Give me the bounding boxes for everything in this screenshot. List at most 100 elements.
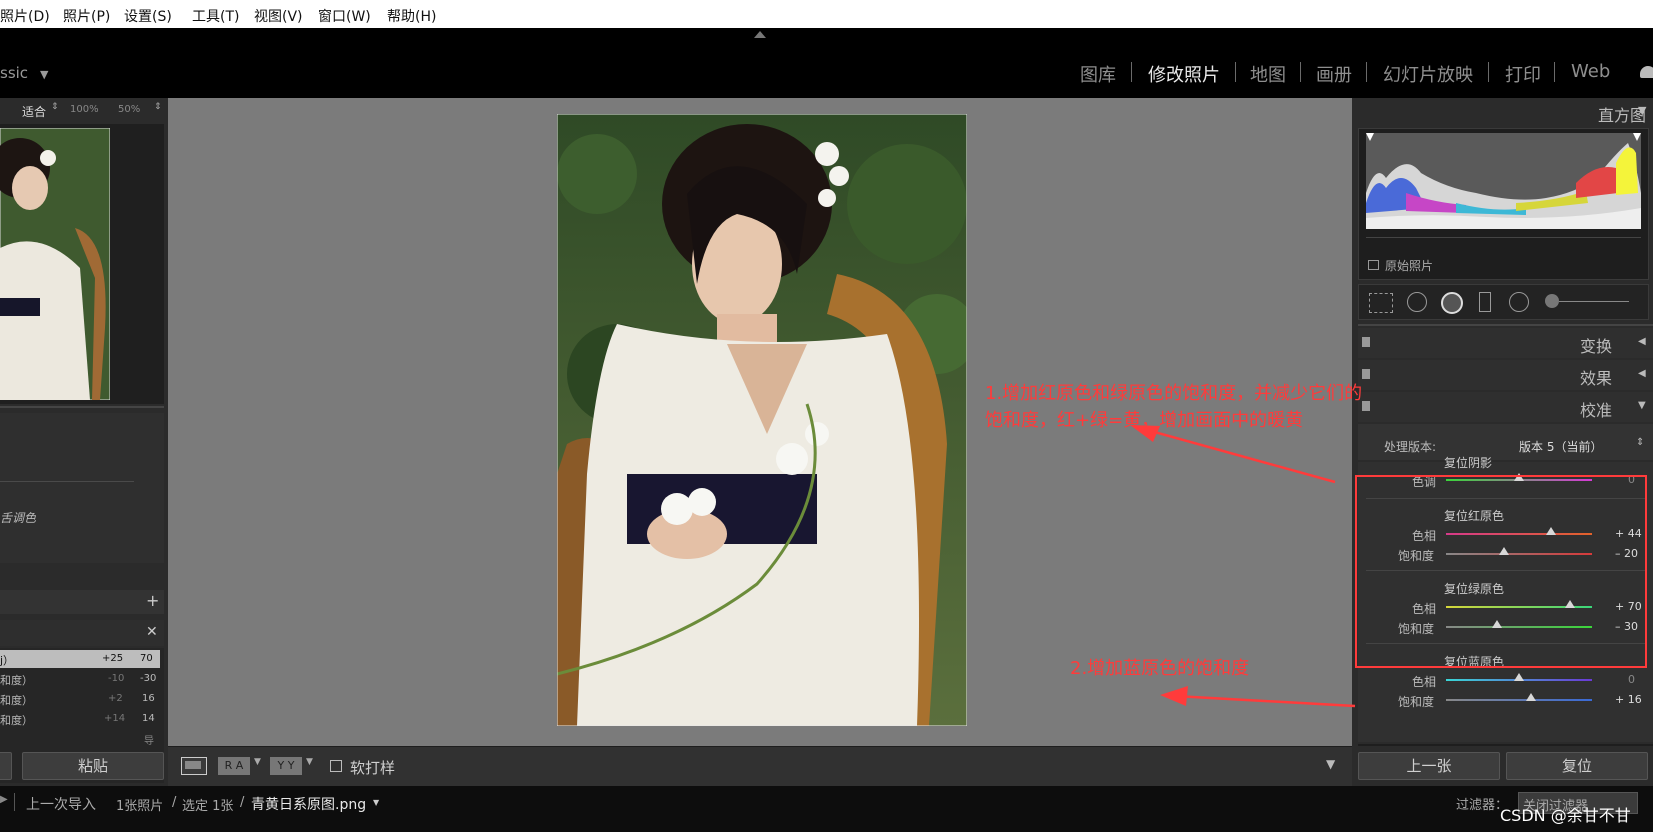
slider-thumb[interactable] [1514, 673, 1524, 681]
panel-effects[interactable]: 效果 ◀ [1358, 360, 1653, 390]
process-version-row: 处理版本: 版本 5（当前） ⇕ [1358, 424, 1653, 460]
menu-tools[interactable]: 工具(T) [192, 6, 239, 26]
watermark: CSDN @余甘不甘 [1500, 806, 1631, 825]
arrow-head-1 [1130, 425, 1160, 442]
original-photo-label: 原始照片 [1385, 259, 1434, 273]
filmstrip-source[interactable]: 上一次导入 [26, 794, 96, 814]
menu-bar: 照片(D) 照片(P) 设置(S) 工具(T) 视图(V) 窗口(W) 帮助(H… [0, 0, 1653, 28]
panel-transform[interactable]: 变换 ◀ [1358, 328, 1653, 358]
history-row[interactable]: 和度） -10 -30 [0, 670, 160, 688]
reset-button[interactable]: 复位 [1506, 752, 1648, 780]
blue-saturation-slider[interactable] [1446, 699, 1592, 701]
close-icon[interactable]: ✕ [146, 624, 158, 640]
annotation-note-1-line-1: 1.增加红原色和绿原色的饱和度，并减少它们的 [985, 383, 1363, 404]
graduated-filter-icon[interactable] [1479, 292, 1491, 312]
panel-calibration[interactable]: 校准 ▼ [1358, 392, 1653, 422]
menu-help[interactable]: 帮助(H) [387, 6, 436, 26]
chevron-left-icon: ◀ [1638, 368, 1646, 379]
soft-proof-checkbox[interactable] [330, 760, 342, 772]
cloud-icon[interactable] [1640, 66, 1653, 78]
panel-switch-icon[interactable] [1362, 337, 1370, 347]
arrow-line-1 [1139, 426, 1336, 484]
navigator-thumbnail[interactable] [0, 128, 110, 400]
add-icon[interactable]: + [146, 591, 159, 610]
module-separator [1131, 62, 1132, 82]
arrow-head-2 [1160, 686, 1188, 706]
brush-slider[interactable] [1559, 301, 1629, 302]
filmstrip-bar: ▶ 上一次导入 1张照片 / 选定 1张 / 青黄日系原图.png ▼ 过滤器：… [0, 786, 1653, 832]
divider [0, 481, 134, 482]
history-header: ✕ [0, 620, 164, 646]
module-book[interactable]: 画册 [1316, 61, 1352, 87]
tool-strip [1358, 284, 1649, 320]
chevron-down-icon[interactable]: ▼ [373, 798, 379, 807]
module-web[interactable]: Web [1571, 61, 1610, 82]
process-version-select[interactable]: 版本 5（当前） [1519, 438, 1602, 455]
annotation-highlight-box [1355, 475, 1647, 668]
module-separator [1554, 62, 1555, 82]
module-map[interactable]: 地图 [1250, 61, 1286, 87]
chevron-right-icon[interactable]: ▶ [0, 794, 8, 805]
panel-switch-icon[interactable] [1362, 369, 1370, 379]
module-separator [1300, 62, 1301, 82]
copy-button[interactable] [0, 752, 12, 780]
spot-removal-icon[interactable] [1407, 292, 1427, 312]
menu-photo[interactable]: 照片(P) [63, 6, 110, 26]
zoom-100[interactable]: 100% [70, 104, 99, 115]
reset-shadows-button[interactable]: 复位阴影 [1444, 454, 1492, 471]
before-after-button[interactable]: R A [218, 757, 250, 775]
zoom-50[interactable]: 50% [118, 104, 140, 115]
previous-button[interactable]: 上一张 [1358, 752, 1500, 780]
main-photo[interactable] [557, 114, 967, 726]
navigator-preview [0, 124, 164, 404]
chevron-down-icon: ▼ [1638, 400, 1646, 411]
original-photo-checkbox[interactable] [1368, 260, 1379, 270]
divider [14, 793, 15, 811]
slider-value[interactable]: + 16 [1615, 693, 1642, 706]
snapshots-header: + [0, 590, 164, 614]
paste-button[interactable]: 粘贴 [22, 752, 164, 780]
panel-switch-icon[interactable] [1362, 401, 1370, 411]
module-separator [1235, 62, 1236, 82]
histogram-graph[interactable] [1366, 133, 1641, 229]
redeye-icon[interactable] [1441, 292, 1463, 314]
module-separator [1366, 62, 1367, 82]
menu-view[interactable]: 视图(V) [254, 6, 303, 26]
preset-item[interactable]: 舌调色 [0, 509, 36, 526]
menu-photo-d[interactable]: 照片(D) [0, 6, 50, 26]
history-row[interactable]: j） +25 70 [0, 650, 160, 668]
slider-thumb[interactable] [1525, 693, 1536, 701]
brush-icon[interactable] [1545, 294, 1559, 308]
module-bar: ssic ▼ 图库 修改照片 地图 画册 幻灯片放映 打印 Web [0, 28, 1653, 98]
zoom-fit[interactable]: 适合 [22, 103, 46, 120]
collapse-top-icon[interactable] [754, 31, 766, 38]
left-panel: 适合 ⇕ 100% 50% ⇕ 舌调色 + ✕ j） +25 70 和度） -1… [0, 98, 168, 786]
module-slideshow[interactable]: 幻灯片放映 [1383, 61, 1473, 87]
chevron-down-icon[interactable]: ▼ [306, 757, 313, 767]
toolbar: R A ▼ Y Y ▼ 软打样 ▼ [168, 746, 1352, 787]
chevron-down-icon[interactable]: ▼ [1638, 104, 1646, 117]
annotation-arrows [1130, 425, 1356, 708]
crop-icon[interactable] [1369, 293, 1393, 313]
slider-value[interactable]: 0 [1628, 673, 1635, 686]
radial-filter-icon[interactable] [1509, 292, 1529, 312]
chevron-down-icon[interactable]: ▼ [40, 68, 48, 81]
before-after-yy-button[interactable]: Y Y [270, 757, 302, 775]
filmstrip-filename[interactable]: 青黄日系原图.png [251, 794, 366, 814]
menu-window[interactable]: 窗口(W) [318, 6, 371, 26]
loupe-view-icon[interactable] [181, 757, 207, 775]
soft-proof-label: 软打样 [350, 759, 396, 777]
history-row[interactable]: 和度） +14 14 [0, 710, 160, 728]
chevron-down-icon[interactable]: ▼ [1326, 757, 1335, 771]
history-row[interactable]: 和度） +2 16 [0, 690, 160, 708]
slider-label: 饱和度 [1398, 695, 1435, 709]
module-print[interactable]: 打印 [1505, 61, 1541, 87]
chevron-left-icon: ◀ [1638, 336, 1646, 347]
chevron-down-icon[interactable]: ▼ [254, 757, 261, 767]
module-develop[interactable]: 修改照片 [1148, 61, 1220, 87]
divider [0, 406, 164, 408]
menu-settings[interactable]: 设置(S) [124, 6, 172, 26]
filmstrip-separator: / [240, 795, 245, 810]
histogram-panel: 原始照片 [1358, 128, 1649, 280]
module-library[interactable]: 图库 [1080, 61, 1116, 87]
